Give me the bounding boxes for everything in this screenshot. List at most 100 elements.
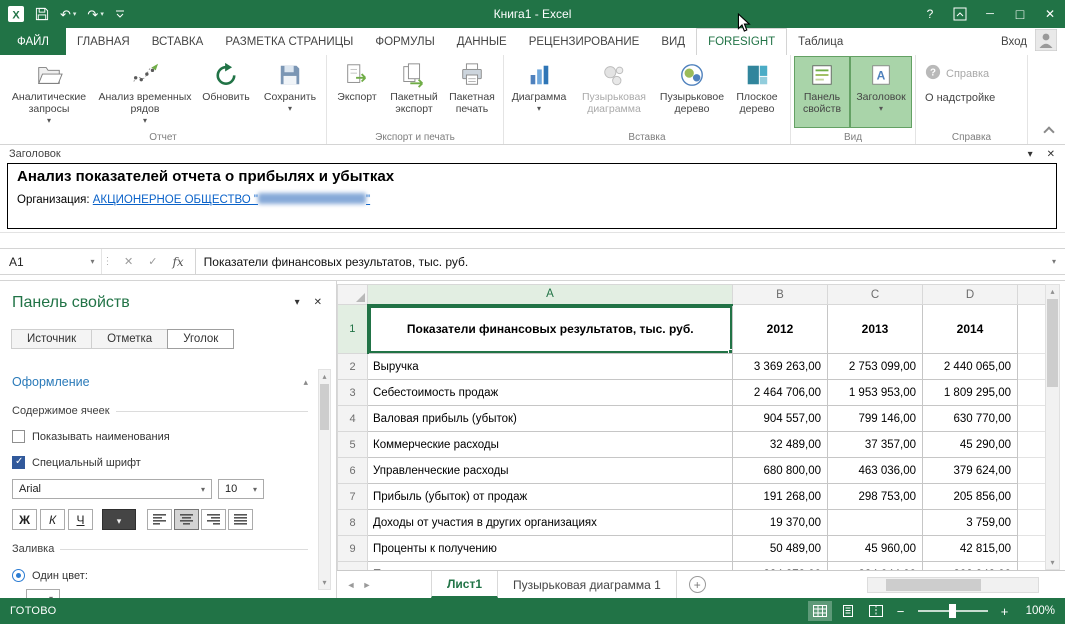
underline-button[interactable]: Ч: [68, 509, 93, 530]
cell-D1[interactable]: 2014: [923, 305, 1018, 354]
column-header-D[interactable]: D: [923, 285, 1018, 305]
cancel-entry-icon[interactable]: [124, 255, 133, 268]
cell-B2[interactable]: 3 369 263,00: [733, 354, 828, 380]
cell-D10[interactable]: 302 942,00: [923, 562, 1018, 571]
cell-D4[interactable]: 630 770,00: [923, 406, 1018, 432]
props-tab-source[interactable]: Источник: [11, 329, 92, 349]
cell-C7[interactable]: 298 753,00: [828, 484, 923, 510]
align-left-button[interactable]: [147, 509, 172, 530]
cell-E7[interactable]: [1018, 484, 1046, 510]
zoom-slider[interactable]: [918, 610, 988, 612]
cell-C10[interactable]: 334 044,00: [828, 562, 923, 571]
help-icon[interactable]: ?: [915, 0, 945, 28]
cell-E10[interactable]: [1018, 562, 1046, 571]
cell-D3[interactable]: 1 809 295,00: [923, 380, 1018, 406]
zoom-slider-thumb[interactable]: [949, 604, 956, 618]
page-layout-view-button[interactable]: [836, 601, 860, 621]
tab-table[interactable]: Таблица: [787, 28, 854, 55]
insert-function-icon[interactable]: fx: [172, 255, 183, 269]
align-justify-button[interactable]: [228, 509, 253, 530]
about-addin-button[interactable]: О надстройке: [925, 92, 995, 104]
vertical-scrollbar-thumb[interactable]: [1047, 299, 1058, 387]
tab-data[interactable]: ДАННЫЕ: [446, 28, 518, 55]
header-panel-menu-icon[interactable]: [1028, 149, 1033, 160]
cell-A5[interactable]: Коммерческие расходы: [368, 432, 733, 458]
zoom-percentage[interactable]: 100%: [1026, 605, 1055, 617]
tab-home[interactable]: ГЛАВНАЯ: [66, 28, 141, 55]
tab-file[interactable]: ФАЙЛ: [0, 28, 66, 55]
align-center-button[interactable]: [174, 509, 199, 530]
tab-formulas[interactable]: ФОРМУЛЫ: [364, 28, 445, 55]
cell-A1[interactable]: Показатели финансовых результатов, тыс. …: [368, 305, 733, 354]
section-collapse-icon[interactable]: [303, 377, 308, 388]
tab-insert[interactable]: ВСТАВКА: [141, 28, 215, 55]
cell-C1[interactable]: 2013: [828, 305, 923, 354]
one-color-radio[interactable]: [12, 569, 25, 582]
user-avatar[interactable]: [1035, 29, 1057, 54]
cell-D6[interactable]: 379 624,00: [923, 458, 1018, 484]
cell-E8[interactable]: [1018, 510, 1046, 536]
cell-D5[interactable]: 45 290,00: [923, 432, 1018, 458]
cell-A8[interactable]: Доходы от участия в других организациях: [368, 510, 733, 536]
cell-C4[interactable]: 799 146,00: [828, 406, 923, 432]
fill-handle[interactable]: [728, 349, 733, 354]
cell-A3[interactable]: Себестоимость продаж: [368, 380, 733, 406]
chevron-down-icon[interactable]: [195, 480, 211, 498]
cell-C6[interactable]: 463 036,00: [828, 458, 923, 484]
zoom-in-button[interactable]: [996, 604, 1014, 619]
expand-formula-bar-icon[interactable]: [1043, 249, 1065, 274]
add-sheet-icon[interactable]: [689, 576, 706, 593]
cell-A4[interactable]: Валовая прибыль (убыток): [368, 406, 733, 432]
ribbon-display-options-icon[interactable]: [945, 0, 975, 28]
analytics-queries-button[interactable]: Аналитические запросы: [3, 56, 95, 128]
cell-E1[interactable]: [1018, 305, 1046, 354]
cell-B3[interactable]: 2 464 706,00: [733, 380, 828, 406]
cell-B6[interactable]: 680 800,00: [733, 458, 828, 484]
chart-button[interactable]: Диаграмма: [507, 56, 571, 128]
cell-D7[interactable]: 205 856,00: [923, 484, 1018, 510]
close-icon[interactable]: [1035, 0, 1065, 28]
column-header-partial[interactable]: [1018, 285, 1046, 305]
scroll-up-icon[interactable]: [319, 370, 330, 383]
time-series-analysis-button[interactable]: Анализ временных рядов: [95, 56, 195, 128]
row-header-8[interactable]: 8: [338, 510, 368, 536]
cell-D2[interactable]: 2 440 065,00: [923, 354, 1018, 380]
scrollbar-thumb[interactable]: [320, 384, 329, 430]
undo-icon[interactable]: [60, 8, 76, 21]
cell-B8[interactable]: 19 370,00: [733, 510, 828, 536]
formula-bar-splitter[interactable]: [101, 249, 113, 274]
collapse-ribbon-icon[interactable]: [1043, 126, 1054, 137]
maximize-icon[interactable]: [1005, 0, 1035, 28]
tab-page-layout[interactable]: РАЗМЕТКА СТРАНИЦЫ: [214, 28, 364, 55]
align-right-button[interactable]: [201, 509, 226, 530]
cell-D9[interactable]: 42 815,00: [923, 536, 1018, 562]
special-font-checkbox[interactable]: [12, 456, 25, 469]
row-header-9[interactable]: 9: [338, 536, 368, 562]
scroll-down-icon[interactable]: [1046, 556, 1059, 569]
show-names-checkbox[interactable]: [12, 430, 25, 443]
horizontal-scrollbar-thumb[interactable]: [886, 579, 981, 591]
sheet-nav-left-icon[interactable]: [343, 571, 359, 598]
scroll-up-icon[interactable]: [1046, 285, 1059, 298]
cell-B1[interactable]: 2012: [733, 305, 828, 354]
column-header-B[interactable]: B: [733, 285, 828, 305]
properties-scrollbar[interactable]: [318, 369, 331, 590]
tab-foresight[interactable]: FORESIGHT: [696, 28, 787, 55]
formula-input[interactable]: Показатели финансовых результатов, тыс. …: [195, 249, 1043, 274]
font-size-select[interactable]: 10: [218, 479, 264, 499]
cell-A10[interactable]: Проценты к уплате: [368, 562, 733, 571]
font-color-dropdown[interactable]: [102, 509, 136, 530]
fill-color-dropdown[interactable]: [26, 589, 60, 598]
header-panel-close-icon[interactable]: [1047, 149, 1055, 160]
cell-A6[interactable]: Управленческие расходы: [368, 458, 733, 484]
row-header-5[interactable]: 5: [338, 432, 368, 458]
italic-button[interactable]: К: [40, 509, 65, 530]
sheet-tab-list1[interactable]: Лист1: [431, 571, 498, 598]
row-header-7[interactable]: 7: [338, 484, 368, 510]
row-header-6[interactable]: 6: [338, 458, 368, 484]
save-icon[interactable]: [35, 7, 49, 21]
batch-export-button[interactable]: Пакетный экспорт: [384, 56, 444, 128]
export-button[interactable]: Экспорт: [330, 56, 384, 128]
vertical-scrollbar[interactable]: [1045, 284, 1060, 570]
normal-view-button[interactable]: [808, 601, 832, 621]
